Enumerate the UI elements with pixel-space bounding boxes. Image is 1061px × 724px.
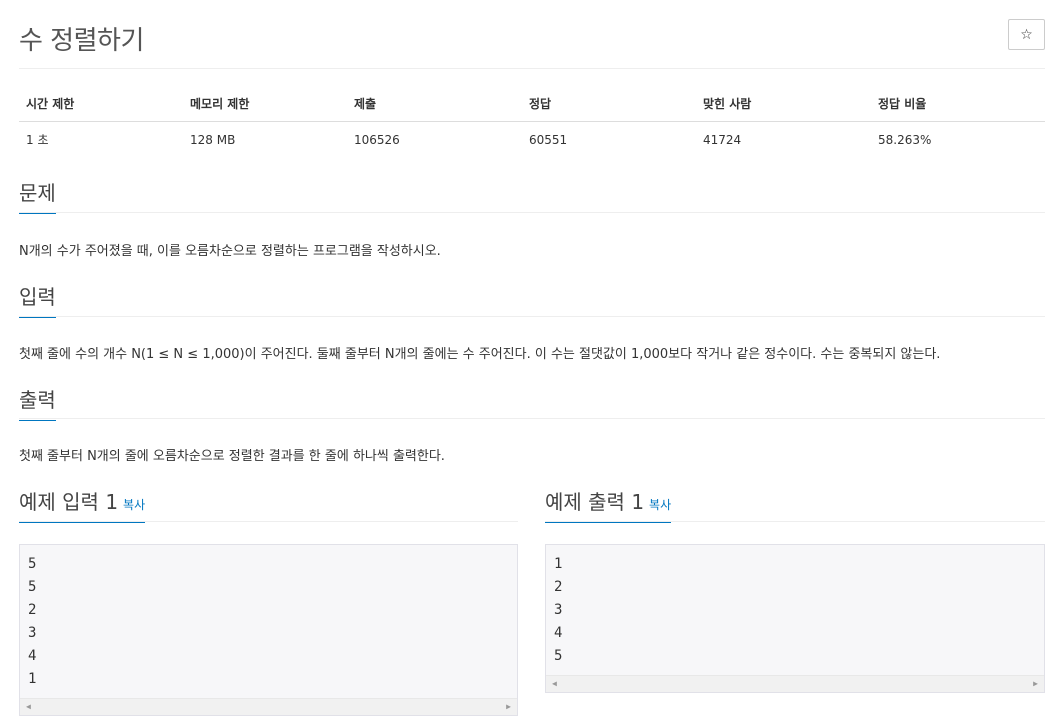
input-heading: 입력 xyxy=(19,281,56,318)
sample-output-line: 1 xyxy=(554,556,563,572)
header-accept-ratio: 정답 비율 xyxy=(871,86,1045,122)
input-divider xyxy=(19,316,1045,317)
sample-input-box: 5 5 2 3 4 1 ◀ ▶ xyxy=(19,544,518,716)
sample-input-line: 2 xyxy=(28,602,37,618)
value-time-limit: 1 초 xyxy=(26,133,49,147)
header-solved-users: 맞힌 사람 xyxy=(696,86,871,122)
header-memory-limit: 메모리 제한 xyxy=(183,86,347,122)
star-icon: ☆ xyxy=(1020,26,1033,43)
input-description: 첫째 줄에 수의 개수 N(1 ≤ N ≤ 1,000)이 주어진다. 둘째 줄… xyxy=(19,347,941,362)
sample-output-box: 1 2 3 4 5 ◀ ▶ xyxy=(545,544,1045,693)
info-value-row: 1 초 128 MB 106526 60551 41724 58.263% xyxy=(19,122,1045,158)
sample-output-line: 4 xyxy=(554,625,563,641)
problem-divider xyxy=(19,212,1045,213)
sample-output-line: 5 xyxy=(554,648,563,664)
info-header-row: 시간 제한 메모리 제한 제출 정답 맞힌 사람 정답 비율 xyxy=(19,86,1045,122)
scroll-right-icon[interactable]: ▶ xyxy=(1033,679,1038,688)
header-time-limit: 시간 제한 xyxy=(19,86,183,122)
value-solved-users: 41724 xyxy=(703,132,742,147)
value-accept-ratio: 58.263% xyxy=(878,132,932,147)
sample-output-scrollbar[interactable]: ◀ ▶ xyxy=(546,675,1044,692)
problem-info-table: 시간 제한 메모리 제한 제출 정답 맞힌 사람 정답 비율 1 초 128 M… xyxy=(19,86,1045,157)
scroll-left-icon[interactable]: ◀ xyxy=(26,702,31,711)
scroll-right-icon[interactable]: ▶ xyxy=(506,702,511,711)
page-title: 수 정렬하기 xyxy=(19,26,144,56)
sample-output-line: 2 xyxy=(554,579,563,595)
value-memory-limit: 128 MB xyxy=(190,132,236,147)
sample-input-title: 예제 입력 1 xyxy=(19,490,119,514)
value-accepted: 60551 xyxy=(529,132,568,147)
scroll-left-icon[interactable]: ◀ xyxy=(552,679,557,688)
sample-output-title: 예제 출력 1 xyxy=(545,490,645,514)
sample-input-line: 5 xyxy=(28,579,37,595)
output-section: 출력 첫째 줄부터 N개의 줄에 오름차순으로 정렬한 결과를 한 줄에 하나씩… xyxy=(19,384,1045,464)
header-accepted: 정답 xyxy=(522,86,696,122)
sample-input-line: 1 xyxy=(28,671,37,687)
output-heading: 출력 xyxy=(19,384,56,421)
sample-input-scrollbar[interactable]: ◀ ▶ xyxy=(20,698,517,715)
sample-input-line: 3 xyxy=(28,625,37,641)
output-description: 첫째 줄부터 N개의 줄에 오름차순으로 정렬한 결과를 한 줄에 하나씩 출력… xyxy=(19,449,445,464)
problem-heading: 문제 xyxy=(19,177,56,214)
star-button[interactable]: ☆ xyxy=(1008,19,1045,50)
sample-output-lines: 1 2 3 4 5 xyxy=(546,545,1044,668)
problem-description: N개의 수가 주어졌을 때, 이를 오름차순으로 정렬하는 프로그램을 작성하시… xyxy=(19,244,441,259)
sample-output-heading: 예제 출력 1 복사 xyxy=(545,486,672,523)
value-submissions: 106526 xyxy=(354,132,400,147)
problem-section: 문제 N개의 수가 주어졌을 때, 이를 오름차순으로 정렬하는 프로그램을 작… xyxy=(19,177,1045,259)
copy-output-button[interactable]: 복사 xyxy=(649,498,671,512)
sample-input-line: 4 xyxy=(28,648,37,664)
sample-input-heading: 예제 입력 1 복사 xyxy=(19,486,146,523)
sample-input-line: 5 xyxy=(28,556,37,572)
header-submissions: 제출 xyxy=(347,86,522,122)
input-section: 입력 첫째 줄에 수의 개수 N(1 ≤ N ≤ 1,000)이 주어진다. 둘… xyxy=(19,281,1045,362)
sample-input-lines: 5 5 2 3 4 1 xyxy=(20,545,517,691)
sample-output-section: 예제 출력 1 복사 xyxy=(545,486,1045,523)
title-divider xyxy=(19,68,1045,69)
copy-input-button[interactable]: 복사 xyxy=(123,498,145,512)
output-divider xyxy=(19,418,1045,419)
sample-input-section: 예제 입력 1 복사 xyxy=(19,486,518,523)
sample-output-line: 3 xyxy=(554,602,563,618)
